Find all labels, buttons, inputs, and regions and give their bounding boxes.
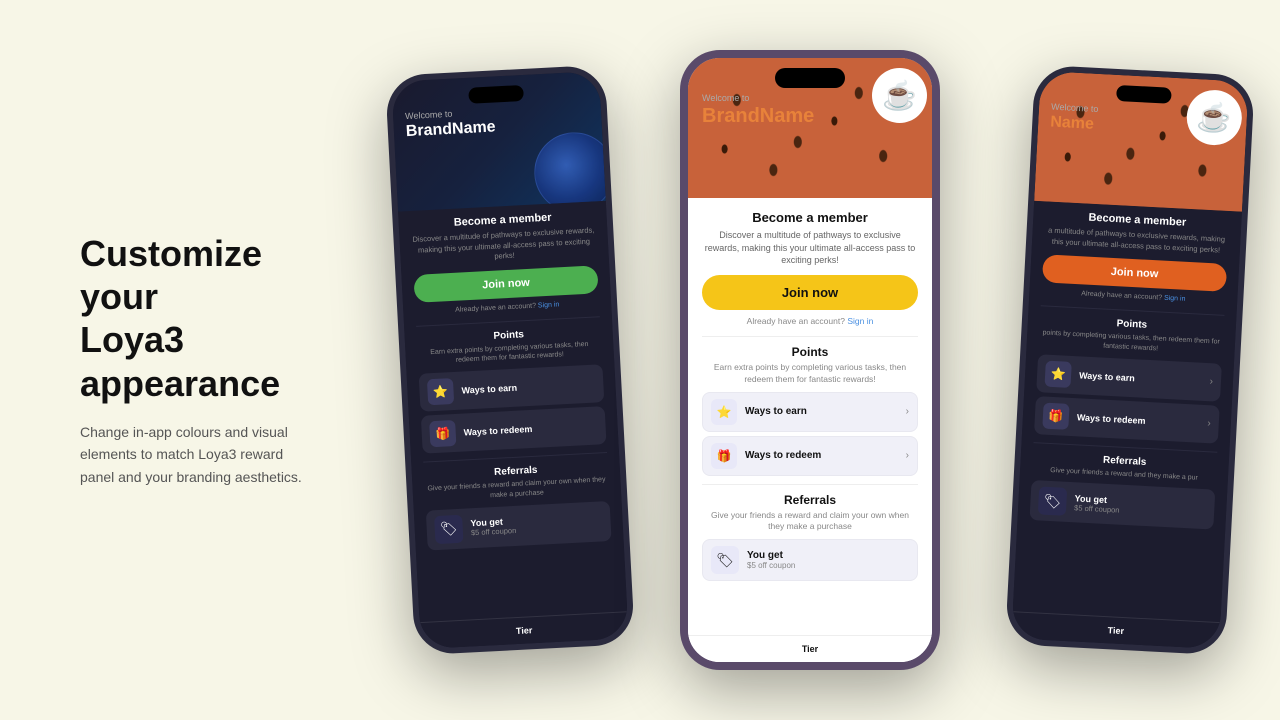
coupon-icon-right: 🏷 (1038, 487, 1067, 516)
coffee-cup-center: ☕ (872, 68, 927, 123)
ways-earn-left[interactable]: ⭐ Ways to earn (419, 364, 605, 412)
earn-chevron-right: › (1209, 376, 1213, 387)
notch-left (468, 85, 524, 104)
brand-name-right: Name (1050, 114, 1098, 134)
phone-right: ☕ Welcome to Name Become a member a mult… (1005, 65, 1255, 656)
referrals-section-center: Referrals Give your friends a reward and… (702, 493, 918, 582)
ways-redeem-left[interactable]: 🎁 Ways to redeem (421, 406, 607, 454)
notch-right (1116, 85, 1172, 104)
notch-center (775, 68, 845, 88)
redeem-chevron-right: › (1207, 418, 1211, 429)
referrals-section-right: Referrals Give your friends a reward and… (1029, 451, 1216, 530)
divider1-left (416, 316, 600, 327)
phone-left-content: Become a member Discover a multitude of … (398, 201, 629, 649)
earn-icon-center: ⭐ (711, 399, 737, 425)
divider1-center (702, 336, 918, 337)
phone-right-content: Become a member a multitude of pathways … (1011, 201, 1242, 649)
left-section: Customize your Loya3 appearance Change i… (0, 232, 340, 488)
redeem-chevron-center: › (906, 450, 909, 461)
signin-center: Already have an account? Sign in (702, 316, 918, 326)
redeem-icon-center: 🎁 (711, 443, 737, 469)
coupon-icon-left: 🏷 (434, 514, 463, 543)
join-btn-center[interactable]: Join now (702, 275, 918, 310)
join-btn-left[interactable]: Join now (413, 265, 598, 303)
points-section-left: Points Earn extra points by completing v… (417, 325, 607, 454)
earn-chevron-center: › (906, 406, 909, 417)
join-btn-right[interactable]: Join now (1042, 254, 1227, 292)
member-desc-center: Discover a multitude of pathways to excl… (702, 229, 918, 267)
phone-center-content: Become a member Discover a multitude of … (688, 198, 932, 670)
become-member-center: Become a member (702, 210, 918, 225)
you-get-left: 🏷 You get $5 off coupon (426, 501, 612, 551)
points-section-center: Points Earn extra points by completing v… (702, 345, 918, 476)
signin-right: Already have an account? Sign in (1041, 288, 1225, 305)
globe-icon (532, 130, 606, 211)
divider2-left (423, 452, 607, 463)
divider2-right (1034, 442, 1218, 453)
you-get-center: 🏷 You get $5 off coupon (702, 539, 918, 581)
brand-name-center: BrandName (702, 105, 814, 128)
points-section-right: Points points by completing various task… (1034, 314, 1224, 443)
divider1-right (1041, 305, 1225, 316)
phone-center: ☕ Welcome to BrandName Become a member D… (680, 50, 940, 670)
earn-icon-left: ⭐ (427, 378, 454, 405)
welcome-text-center: Welcome to (702, 93, 814, 103)
earn-icon-right: ⭐ (1045, 360, 1072, 387)
main-heading: Customize your Loya3 appearance (80, 232, 320, 405)
phone-left: Welcome to BrandName Become a member Dis… (385, 65, 635, 656)
ways-redeem-right[interactable]: 🎁 Ways to redeem › (1034, 396, 1220, 444)
redeem-icon-left: 🎁 (429, 420, 456, 447)
welcome-text-right: Welcome to (1051, 102, 1099, 114)
ways-earn-right[interactable]: ⭐ Ways to earn › (1036, 354, 1222, 402)
ways-earn-center[interactable]: ⭐ Ways to earn › (702, 392, 918, 432)
tier-bar-center: Tier (688, 635, 932, 662)
referrals-section-left: Referrals Give your friends a reward and… (424, 461, 612, 550)
redeem-icon-right: 🎁 (1042, 402, 1069, 429)
member-desc-left: Discover a multitude of pathways to excl… (411, 225, 596, 266)
ways-redeem-center[interactable]: 🎁 Ways to redeem › (702, 436, 918, 476)
divider2-center (702, 484, 918, 485)
sub-text: Change in-app colours and visual element… (80, 421, 320, 488)
member-desc-right: a multitude of pathways to exclusive rew… (1044, 225, 1229, 256)
coupon-icon-center: 🏷 (711, 546, 739, 574)
you-get-right: 🏷 You get $5 off coupon (1029, 480, 1215, 530)
signin-left: Already have an account? Sign in (415, 299, 599, 316)
brand-name-left: BrandName (405, 118, 496, 141)
phones-container: Welcome to BrandName Become a member Dis… (340, 0, 1280, 720)
